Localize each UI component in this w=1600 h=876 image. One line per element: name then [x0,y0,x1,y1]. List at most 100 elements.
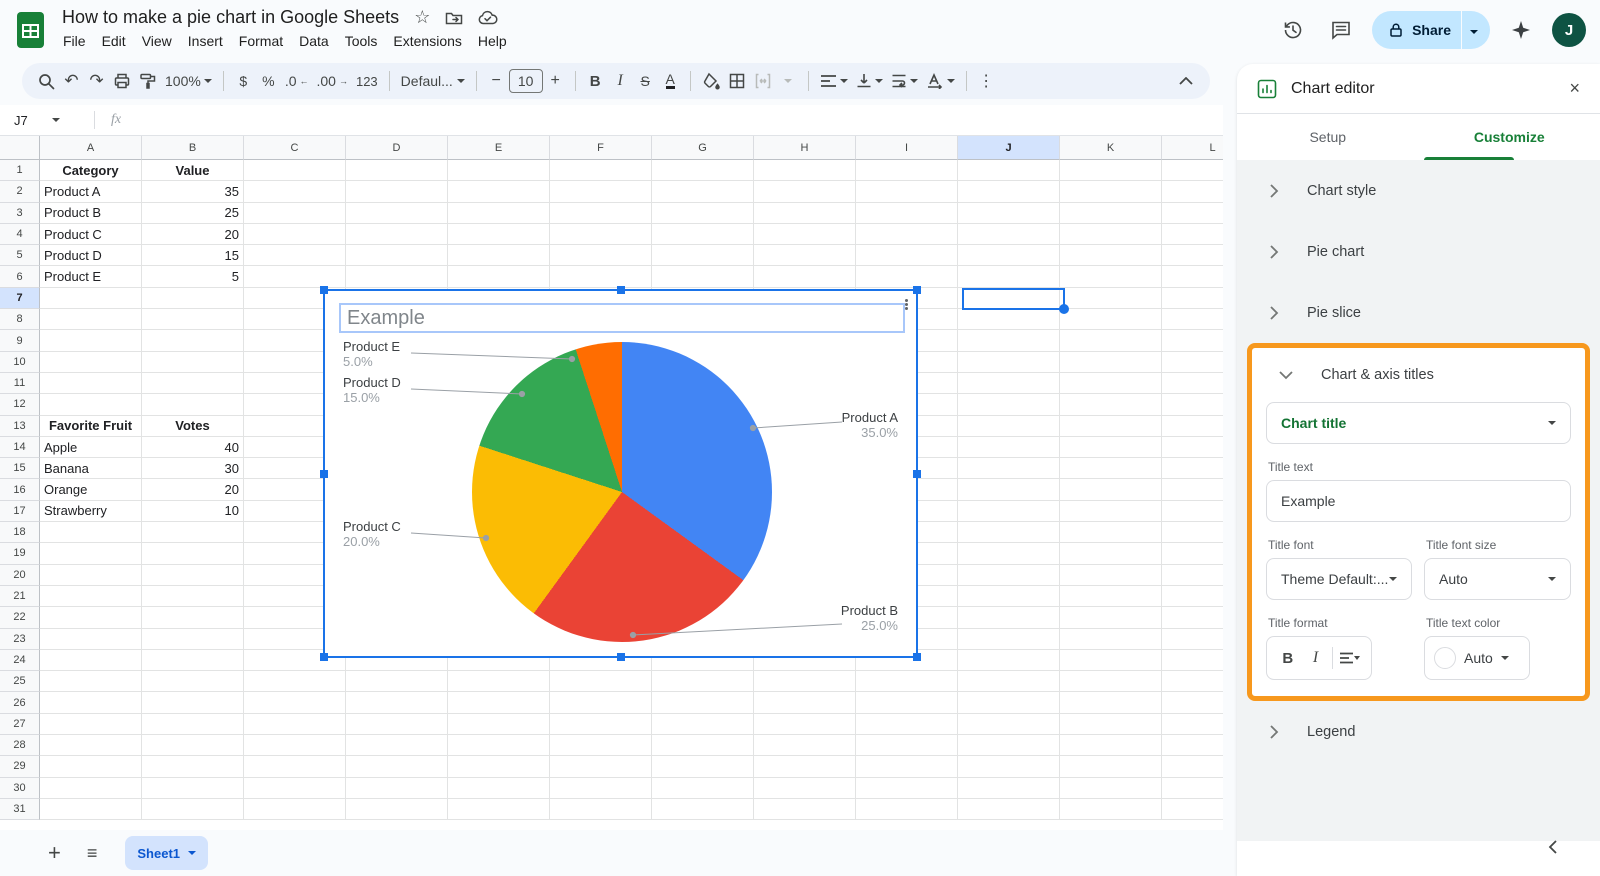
column-header-L[interactable]: L [1162,136,1223,160]
cell-G1[interactable] [652,160,754,181]
cell-H6[interactable] [754,266,856,287]
version-history-icon[interactable] [1276,13,1310,47]
cell-L1[interactable] [1162,160,1223,181]
cell-D30[interactable] [346,778,448,799]
row-header-5[interactable]: 5 [0,245,40,266]
zoom-select[interactable]: 100% [161,68,216,94]
cell-K12[interactable] [1060,394,1162,415]
cell-L18[interactable] [1162,522,1223,543]
cell-K18[interactable] [1060,522,1162,543]
cell-L10[interactable] [1162,352,1223,373]
cell-H4[interactable] [754,224,856,245]
cell-J29[interactable] [958,756,1060,777]
chart-resize-handle[interactable] [913,470,921,478]
row-header-11[interactable]: 11 [0,373,40,394]
cell-I5[interactable] [856,245,958,266]
section-chart-style[interactable]: Chart style [1237,160,1600,221]
row-header-29[interactable]: 29 [0,756,40,777]
share-dropdown[interactable] [1462,21,1490,39]
cell-I1[interactable] [856,160,958,181]
row-header-26[interactable]: 26 [0,692,40,713]
cell-J12[interactable] [958,394,1060,415]
more-formats-button[interactable]: 123 [352,68,382,94]
undo-button[interactable]: ↶ [59,68,84,94]
cell-L16[interactable] [1162,479,1223,500]
cell-B31[interactable] [142,799,244,820]
column-header-D[interactable]: D [346,136,448,160]
title-text-color-select[interactable]: Auto [1424,636,1530,680]
cell-F31[interactable] [550,799,652,820]
menu-edit[interactable]: Edit [94,31,134,51]
cell-B27[interactable] [142,714,244,735]
cell-G5[interactable] [652,245,754,266]
cell-L4[interactable] [1162,224,1223,245]
row-header-20[interactable]: 20 [0,565,40,586]
cell-D6[interactable] [346,266,448,287]
cell-I30[interactable] [856,778,958,799]
row-header-21[interactable]: 21 [0,586,40,607]
cell-G2[interactable] [652,181,754,202]
cell-F25[interactable] [550,671,652,692]
cell-A31[interactable] [40,799,142,820]
increase-decimals-button[interactable]: .00→ [313,68,352,94]
cell-D26[interactable] [346,692,448,713]
cell-H29[interactable] [754,756,856,777]
increase-font-size-button[interactable]: + [543,68,568,94]
cell-E27[interactable] [448,714,550,735]
cell-B2[interactable]: 35 [142,181,244,202]
chart-resize-handle[interactable] [320,470,328,478]
cell-C29[interactable] [244,756,346,777]
cell-B5[interactable]: 15 [142,245,244,266]
cell-F1[interactable] [550,160,652,181]
tab-setup[interactable]: Setup [1237,114,1419,160]
cell-A11[interactable] [40,373,142,394]
cell-D31[interactable] [346,799,448,820]
column-header-G[interactable]: G [652,136,754,160]
cell-B17[interactable]: 10 [142,501,244,522]
cell-D1[interactable] [346,160,448,181]
cell-B10[interactable] [142,352,244,373]
cell-B8[interactable] [142,309,244,330]
embedded-pie-chart[interactable]: Example Product E5.0% Product D15.0% Pro… [323,289,918,658]
share-button[interactable]: Share [1372,11,1490,49]
cell-K3[interactable] [1060,203,1162,224]
name-box[interactable]: J7 [0,113,86,128]
cell-H1[interactable] [754,160,856,181]
sheets-logo[interactable] [17,12,44,48]
cell-F6[interactable] [550,266,652,287]
column-header-E[interactable]: E [448,136,550,160]
cell-K26[interactable] [1060,692,1162,713]
text-wrap-button[interactable] [887,68,922,94]
menu-help[interactable]: Help [470,31,515,51]
horizontal-align-button[interactable] [816,68,852,94]
cell-J16[interactable] [958,479,1060,500]
title-type-select[interactable]: Chart title [1266,402,1571,444]
cell-K8[interactable] [1060,309,1162,330]
menu-file[interactable]: File [55,31,94,51]
select-all-corner[interactable] [0,136,40,160]
row-header-30[interactable]: 30 [0,778,40,799]
row-header-3[interactable]: 3 [0,203,40,224]
cell-F29[interactable] [550,756,652,777]
cell-I2[interactable] [856,181,958,202]
cell-K13[interactable] [1060,416,1162,437]
cell-D27[interactable] [346,714,448,735]
cell-H3[interactable] [754,203,856,224]
cell-E5[interactable] [448,245,550,266]
star-icon[interactable]: ☆ [414,7,430,28]
row-header-9[interactable]: 9 [0,330,40,351]
cell-E3[interactable] [448,203,550,224]
row-header-24[interactable]: 24 [0,650,40,671]
row-header-8[interactable]: 8 [0,309,40,330]
cell-B9[interactable] [142,330,244,351]
cell-I29[interactable] [856,756,958,777]
add-sheet-button[interactable]: + [48,840,61,866]
cell-A10[interactable] [40,352,142,373]
cell-J27[interactable] [958,714,1060,735]
cell-B4[interactable]: 20 [142,224,244,245]
cell-G29[interactable] [652,756,754,777]
cell-K31[interactable] [1060,799,1162,820]
cell-K21[interactable] [1060,586,1162,607]
cell-H26[interactable] [754,692,856,713]
cell-J15[interactable] [958,458,1060,479]
